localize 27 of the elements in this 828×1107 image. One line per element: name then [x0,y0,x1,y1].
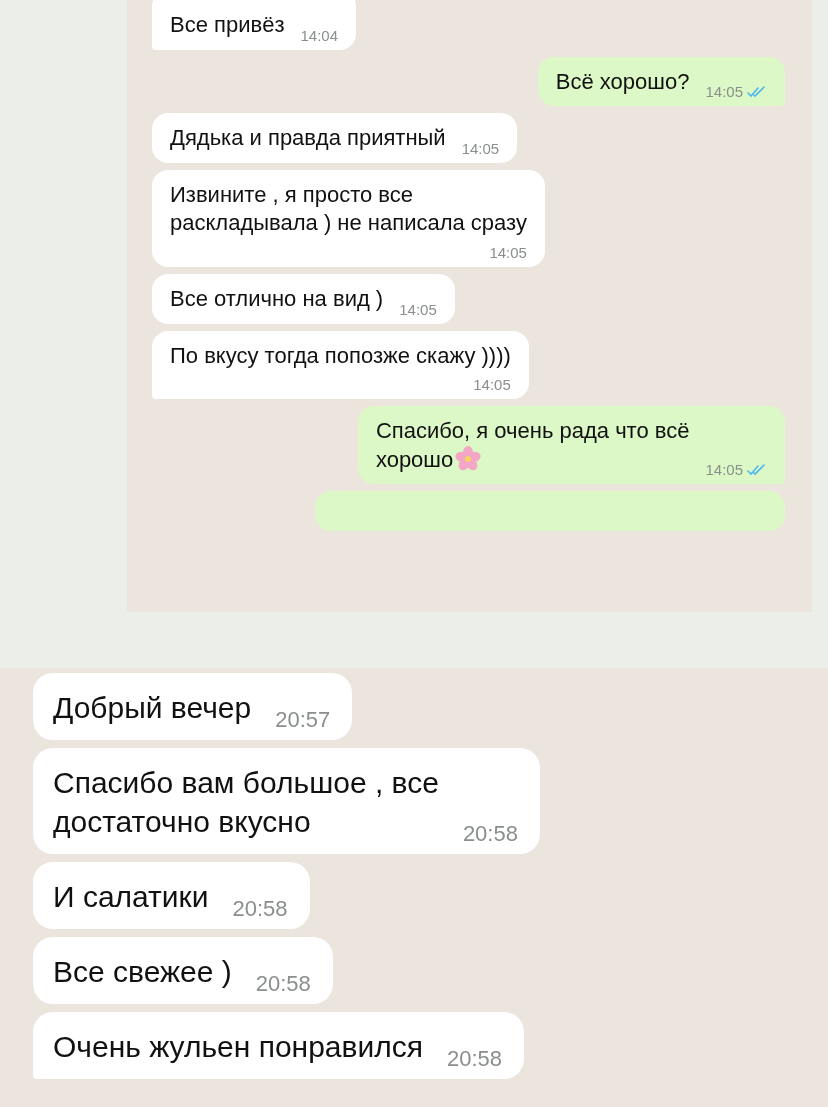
message-text: Всё хорошо? [555,67,690,96]
message-time: 20:58 [255,971,311,997]
message-time: 14:05 [399,300,437,318]
message-text: Добрый вечер [53,690,252,726]
message-text: Все отлично на вид ) [170,284,384,313]
message-text: Все свежее ) [53,954,232,990]
message-text: Спасибо, я очень рада что всё хорошо [375,417,690,474]
message-time: 20:58 [232,896,288,922]
read-ticks-icon [747,85,767,98]
message-text: Спасибо вам большое , все достаточно вкусно [53,765,439,840]
flower-icon [455,445,482,472]
message-time: 14:05 [705,461,743,479]
message-text: Очень жульен понравился [53,1029,423,1065]
message-time: 14:05 [473,376,511,394]
message-time: 20:58 [446,1046,503,1072]
read-ticks-icon [747,463,767,476]
message-text: И салатики [53,879,209,915]
message-time: 14:05 [461,139,500,157]
message-time: 14:04 [300,26,338,44]
message-time: 14:05 [489,243,527,261]
message-time: 20:58 [462,821,518,847]
message-text: Все привёз [170,11,285,39]
message-text: Извините , я просто все раскладывала ) не написала сразу [170,180,527,238]
message-time: 14:05 [705,83,743,101]
message-time: 20:57 [275,707,331,733]
message-text: Дядька и правда приятный [170,124,446,153]
message-text: По вкусу тогда попозже скажу )))) [170,341,511,370]
